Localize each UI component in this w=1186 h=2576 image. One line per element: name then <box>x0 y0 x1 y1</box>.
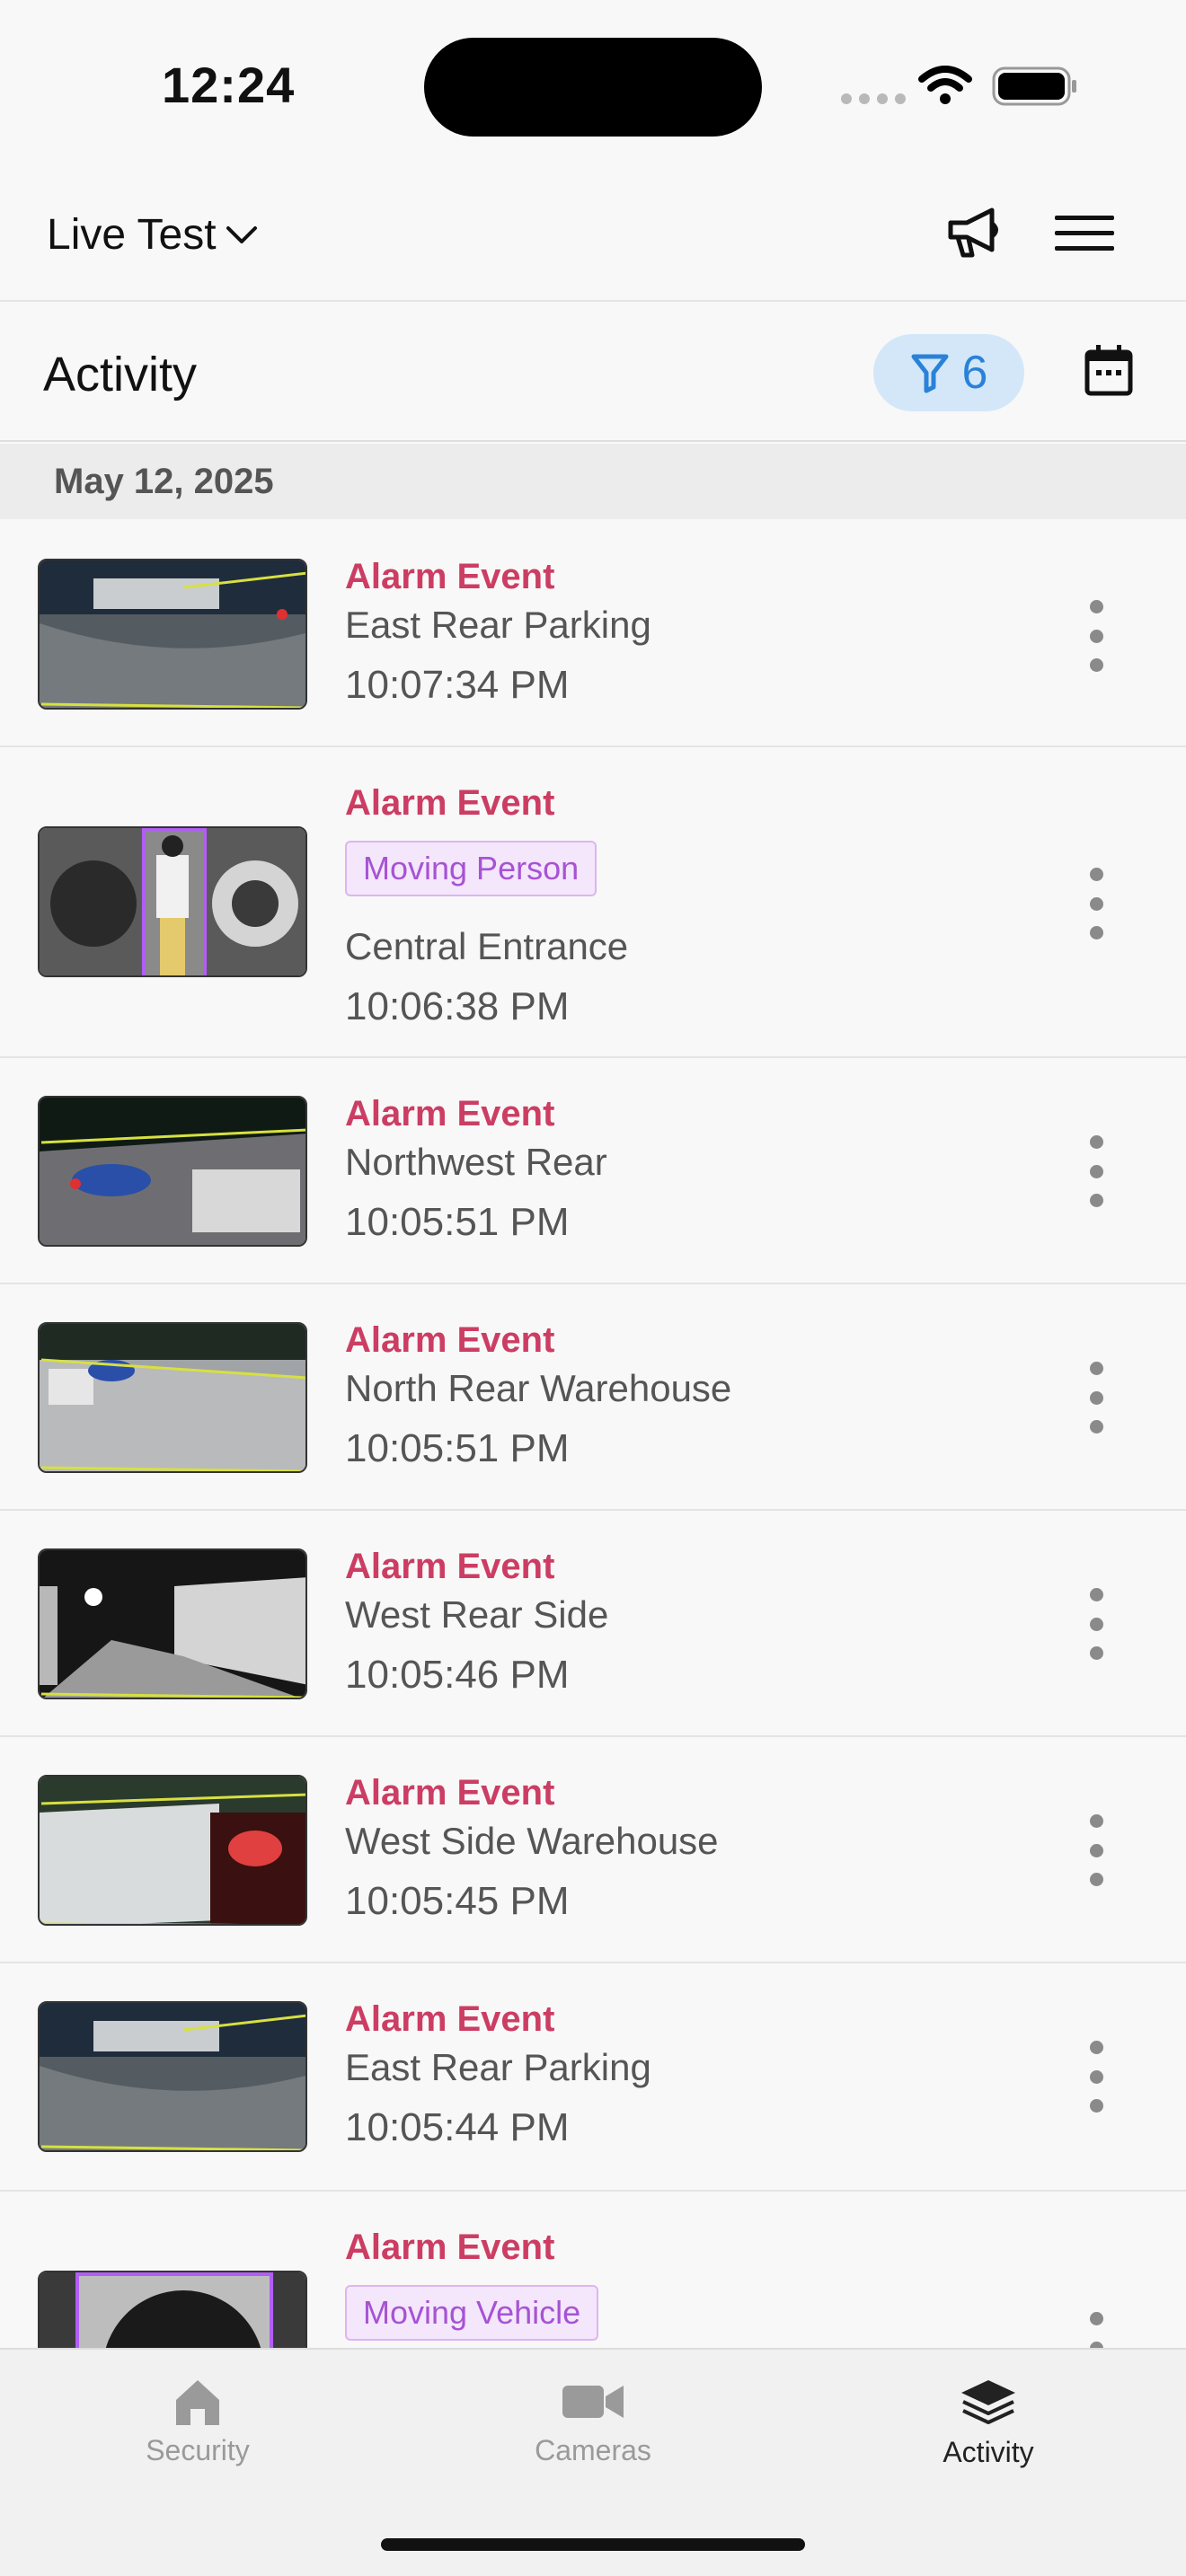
detection-badge: Moving Vehicle <box>345 2285 599 2341</box>
home-indicator <box>381 2538 805 2551</box>
more-options-icon[interactable] <box>1082 600 1111 672</box>
detection-badge: Moving Person <box>345 841 597 896</box>
event-location: East Rear Parking <box>345 604 651 646</box>
megaphone-icon[interactable] <box>943 203 1006 265</box>
more-options-icon[interactable] <box>1082 2312 1111 2348</box>
calendar-icon[interactable] <box>1084 343 1134 401</box>
event-row[interactable]: Alarm Event East Rear Parking 10:07:34 P… <box>0 519 1186 747</box>
event-thumbnail[interactable] <box>38 826 307 977</box>
event-type: Alarm Event <box>345 1773 555 1813</box>
event-list[interactable]: Alarm Event East Rear Parking 10:07:34 P… <box>0 519 1186 2348</box>
event-thumbnail[interactable] <box>38 1096 307 1247</box>
filter-count: 6 <box>961 347 988 399</box>
tab-label: Activity <box>943 2436 1034 2468</box>
tab-cameras[interactable]: Cameras <box>485 2377 701 2467</box>
layers-icon <box>961 2380 1015 2424</box>
event-row[interactable]: Alarm Event Northwest Rear 10:05:51 PM <box>0 1058 1186 1284</box>
event-type: Alarm Event <box>345 1094 555 1134</box>
event-location: East Rear Parking <box>345 2046 651 2088</box>
event-type: Alarm Event <box>345 2228 555 2267</box>
activity-toolbar: Activity 6 <box>0 304 1186 442</box>
tab-label: Security <box>146 2434 250 2466</box>
status-bar: 12:24 <box>0 0 1186 162</box>
event-time: 10:05:44 PM <box>345 2105 570 2149</box>
event-row[interactable]: Alarm Event West Side Warehouse 10:05:45… <box>0 1737 1186 1963</box>
event-row[interactable]: Alarm Event North Rear Warehouse 10:05:5… <box>0 1284 1186 1511</box>
dynamic-island <box>424 38 762 137</box>
more-options-icon[interactable] <box>1082 1135 1111 1207</box>
date-section-header: May 12, 2025 <box>0 444 1186 519</box>
filter-button[interactable]: 6 <box>873 334 1024 411</box>
top-header: Live Test <box>0 162 1186 302</box>
more-options-icon[interactable] <box>1082 2041 1111 2113</box>
tab-security[interactable]: Security <box>90 2377 305 2467</box>
event-thumbnail[interactable] <box>38 559 307 710</box>
cellular-signal-icon <box>841 93 906 104</box>
tab-activity[interactable]: Activity <box>881 2377 1096 2469</box>
event-type: Alarm Event <box>345 783 555 823</box>
event-location: West Rear Side <box>345 1593 609 1636</box>
event-thumbnail[interactable] <box>38 2001 307 2152</box>
battery-icon <box>992 66 1078 110</box>
filter-icon <box>911 354 949 393</box>
event-row[interactable]: Alarm Event East Rear Parking 10:05:44 P… <box>0 1963 1186 2192</box>
event-thumbnail[interactable] <box>38 1548 307 1699</box>
event-thumbnail[interactable] <box>38 1322 307 1473</box>
event-location: North Rear Warehouse <box>345 1367 732 1409</box>
event-time: 10:05:46 PM <box>345 1653 570 1697</box>
house-icon <box>176 2380 219 2425</box>
event-type: Alarm Event <box>345 557 555 596</box>
site-name: Live Test <box>47 211 217 259</box>
event-type: Alarm Event <box>345 1999 555 2039</box>
event-location: Central Entrance <box>345 925 629 967</box>
event-time: 10:07:34 PM <box>345 663 570 707</box>
more-options-icon[interactable] <box>1082 868 1111 940</box>
event-row[interactable]: Alarm Event Moving Vehicle <box>0 2192 1186 2348</box>
event-time: 10:05:51 PM <box>345 1426 570 1470</box>
tab-label: Cameras <box>535 2434 651 2466</box>
event-time: 10:05:51 PM <box>345 1200 570 1244</box>
event-thumbnail[interactable] <box>38 2271 307 2348</box>
more-options-icon[interactable] <box>1082 1814 1111 1886</box>
event-time: 10:06:38 PM <box>345 984 570 1028</box>
event-row[interactable]: Alarm Event West Rear Side 10:05:46 PM <box>0 1511 1186 1737</box>
status-time: 12:24 <box>162 57 296 113</box>
event-location: West Side Warehouse <box>345 1820 719 1862</box>
chevron-down-icon <box>226 225 257 243</box>
more-options-icon[interactable] <box>1082 1588 1111 1660</box>
site-selector[interactable]: Live Test <box>47 210 258 260</box>
event-type: Alarm Event <box>345 1320 555 1360</box>
more-options-icon[interactable] <box>1082 1362 1111 1434</box>
event-location: Northwest Rear <box>345 1141 607 1183</box>
video-camera-icon <box>562 2386 624 2418</box>
event-thumbnail[interactable] <box>38 1775 307 1926</box>
event-time: 10:05:45 PM <box>345 1879 570 1923</box>
event-type: Alarm Event <box>345 1547 555 1586</box>
event-row[interactable]: Alarm Event Moving Person Central Entran… <box>0 747 1186 1058</box>
hamburger-menu-icon[interactable] <box>1053 212 1116 260</box>
page-title: Activity <box>43 348 198 401</box>
date-label: May 12, 2025 <box>54 462 274 501</box>
wifi-icon <box>918 65 972 110</box>
